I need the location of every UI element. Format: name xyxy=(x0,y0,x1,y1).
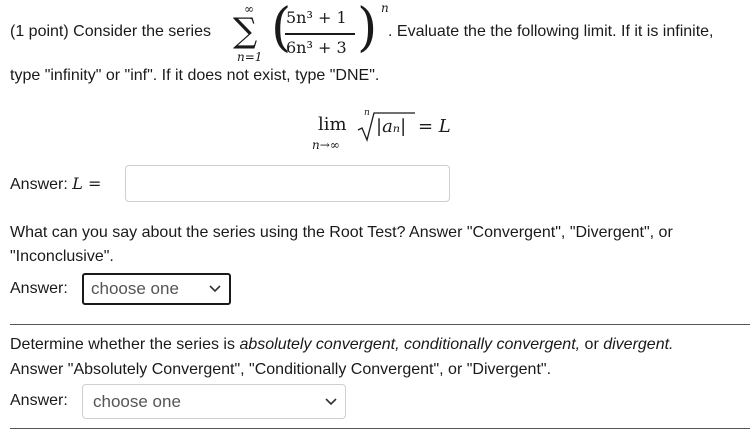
answer1-variable: L = xyxy=(72,174,102,193)
chevron-down-icon xyxy=(325,397,337,405)
lim-text: lim xyxy=(318,114,347,135)
fraction-numerator: 5n³ + 1 xyxy=(286,8,347,27)
question2-line2: "Inconclusive". xyxy=(10,248,114,265)
problem-intro: (1 point) Consider the series xyxy=(10,23,211,40)
fraction-bar xyxy=(285,33,355,35)
question3-line2: Answer "Absolutely Convergent", "Conditi… xyxy=(10,361,552,378)
root-test-select-value: choose one xyxy=(91,279,179,298)
series-exponent: n xyxy=(381,1,389,15)
root-test-select[interactable]: choose one xyxy=(82,273,231,305)
chevron-down-icon xyxy=(209,285,221,293)
problem-instruction: . Evaluate the the following limit. If i… xyxy=(388,23,714,40)
question3-text-d: divergent. xyxy=(603,336,674,353)
answer1-label: Answer: xyxy=(10,176,73,193)
question3-text-c: or xyxy=(580,336,604,353)
question2-line1: What can you say about the series using … xyxy=(10,224,673,241)
bottom-divider xyxy=(10,428,750,429)
answer1-label-group: Answer: L = xyxy=(10,174,101,194)
convergence-type-select-value: choose one xyxy=(93,391,181,411)
sigma-icon: ∑ xyxy=(233,11,258,51)
radicand: |aₙ| xyxy=(376,116,407,137)
sum-lower-limit: n=1 xyxy=(237,50,263,64)
fraction-denominator: 6n³ + 3 xyxy=(286,38,347,57)
question3-line1: Determine whether the series is absolute… xyxy=(10,336,673,354)
limit-expression: lim n→∞ n |aₙ| = L xyxy=(312,108,462,160)
question3-text-b: absolutely convergent, conditionally con… xyxy=(239,336,581,353)
equals-L: = L xyxy=(418,116,451,137)
section-divider xyxy=(10,324,750,325)
lim-subscript: n→∞ xyxy=(312,138,340,152)
limit-answer-input[interactable] xyxy=(125,165,450,202)
answer3-label: Answer: xyxy=(10,392,68,409)
right-paren: ) xyxy=(357,0,378,58)
problem-instruction-line2: type "infinity" or "inf". If it does not… xyxy=(10,67,380,84)
answer2-label: Answer: xyxy=(10,280,68,297)
series-expression: ∞ ∑ n=1 ( 5n³ + 1 6n³ + 3 ) n xyxy=(233,0,393,64)
convergence-type-select[interactable]: choose one xyxy=(82,384,346,419)
question3-text-a: Determine whether the series is xyxy=(10,336,240,353)
